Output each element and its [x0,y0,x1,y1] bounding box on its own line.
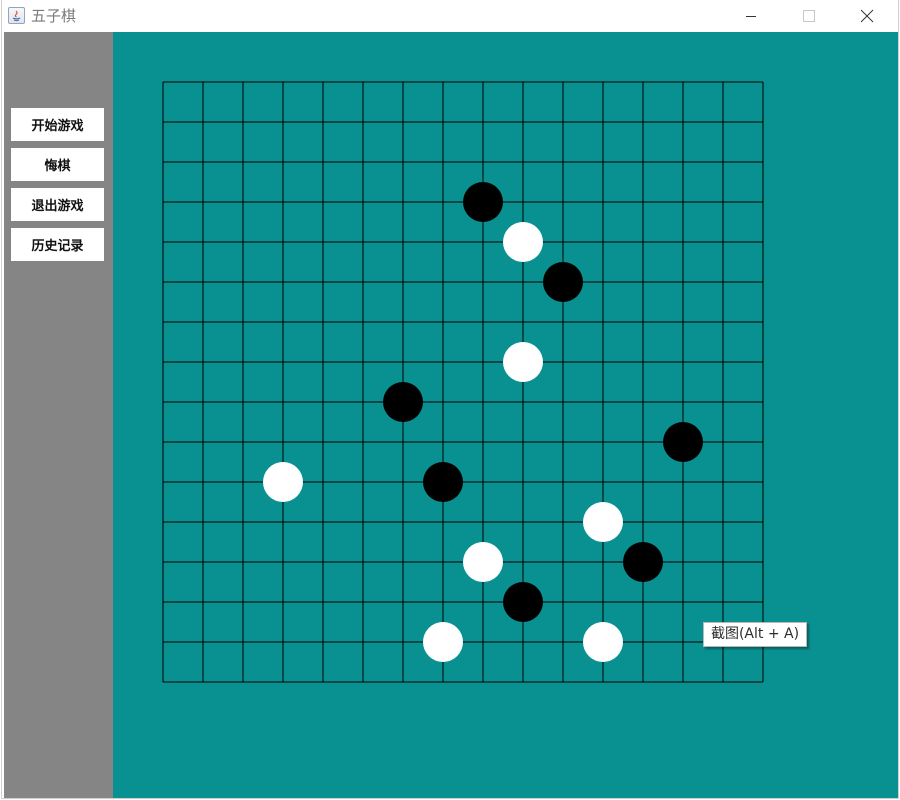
white-stone [583,502,623,542]
white-stone [503,342,543,382]
control-sidebar: 开始游戏 悔棋 退出游戏 历史记录 [4,32,113,798]
black-stone [423,462,463,502]
start-game-button[interactable]: 开始游戏 [11,108,104,141]
black-stone [503,582,543,622]
history-button[interactable]: 历史记录 [11,228,104,261]
minimize-icon [746,16,756,17]
black-stone [623,542,663,582]
white-stone [583,622,623,662]
minimize-button[interactable] [722,0,780,32]
undo-move-button[interactable]: 悔棋 [11,148,104,181]
close-icon [860,9,874,23]
black-stone [383,382,423,422]
window-title: 五子棋 [31,7,77,25]
black-stone [663,422,703,462]
exit-game-button[interactable]: 退出游戏 [11,188,104,221]
black-stone [463,182,503,222]
title-bar[interactable]: 五子棋 [2,0,898,32]
screenshot-tooltip: 截图(Alt + A) [703,622,807,647]
black-stone [543,262,583,302]
close-button[interactable] [838,0,896,32]
maximize-icon [803,10,815,22]
gomoku-board[interactable] [113,32,898,798]
java-app-icon [8,7,25,24]
white-stone [463,542,503,582]
maximize-button[interactable] [780,0,838,32]
board-area[interactable] [113,32,898,798]
app-window: 五子棋 开始游戏 悔棋 退出游戏 历史记录 截图(Alt + A) [2,0,898,798]
white-stone [263,462,303,502]
white-stone [423,622,463,662]
white-stone [503,222,543,262]
